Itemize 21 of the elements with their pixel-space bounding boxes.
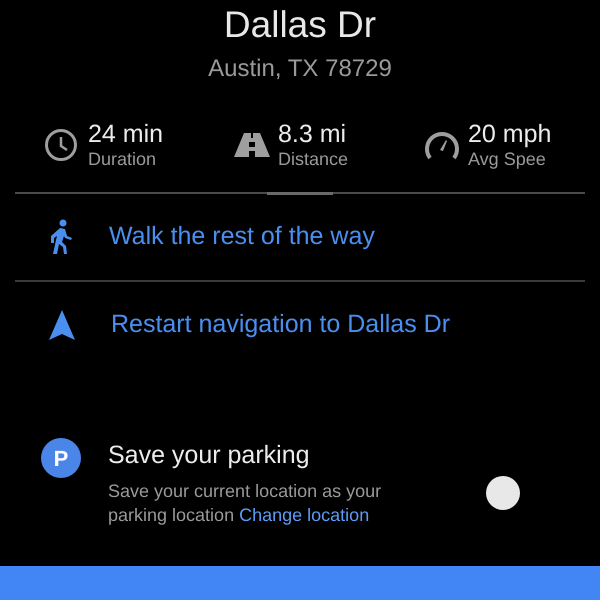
action-button[interactable]: Walk the rest of the way <box>15 194 585 280</box>
stat-value: 20 mph <box>468 120 552 148</box>
parking-toggle[interactable] <box>486 476 520 510</box>
road-icon <box>234 133 270 157</box>
stat-label: Distance <box>278 148 348 170</box>
speedometer-icon <box>424 130 460 160</box>
stat-label: Avg Spee <box>468 148 547 170</box>
stat-label: Duration <box>88 148 158 170</box>
destination-address: Austin, TX 78729 <box>208 54 392 84</box>
action-button[interactable]: Restart navigation to Dallas Dr <box>15 282 585 368</box>
destination-title: Dallas Dr <box>224 3 376 47</box>
drag-handle[interactable] <box>267 192 333 195</box>
change-location-link[interactable]: Change location <box>239 505 370 525</box>
parking-description: Save your current location as your parking location Change location <box>108 480 382 527</box>
walking-person-icon <box>49 219 73 255</box>
stat-value: 24 min <box>88 120 164 148</box>
parking-title: Save your parking <box>108 440 311 471</box>
navigation-arrow-icon <box>49 310 75 340</box>
stat-value: 8.3 mi <box>278 120 348 148</box>
parking-badge: P <box>41 438 81 478</box>
clock-icon <box>44 128 78 162</box>
